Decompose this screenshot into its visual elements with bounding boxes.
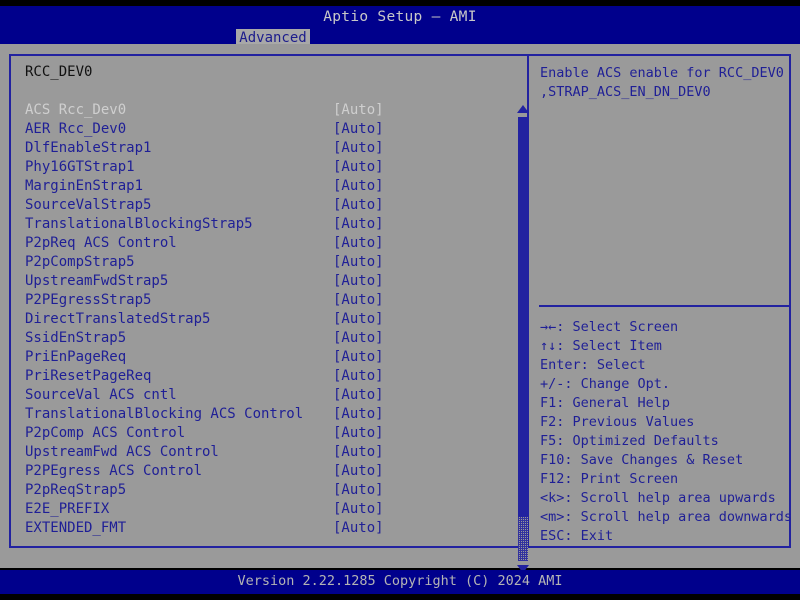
setting-label: TranslationalBlockingStrap5 [25,215,253,234]
setting-value[interactable]: [Auto] [333,291,384,310]
setting-label: PriResetPageReq [25,367,151,386]
key-legend-item: <k>: Scroll help area upwards [540,489,792,508]
setting-label: DlfEnableStrap1 [25,139,151,158]
setting-row[interactable]: E2E_PREFIX [Auto] [25,500,505,519]
setting-row[interactable]: P2pCompStrap5 [Auto] [25,253,505,272]
setting-label: ACS Rcc_Dev0 [25,101,126,120]
setting-value[interactable]: [Auto] [333,196,384,215]
setting-value[interactable]: [Auto] [333,253,384,272]
setting-label: SourceVal ACS cntl [25,386,177,405]
setting-value[interactable]: [Auto] [333,519,384,538]
key-legend-item: F12: Print Screen [540,470,792,489]
setting-label: UpstreamFwdStrap5 [25,272,168,291]
setting-label: P2PEgressStrap5 [25,291,151,310]
setting-label: E2E_PREFIX [25,500,109,519]
setting-row[interactable]: Phy16GTStrap1 [Auto] [25,158,505,177]
setting-label: DirectTranslatedStrap5 [25,310,210,329]
key-legend-item: <m>: Scroll help area downwards [540,508,792,527]
setting-value[interactable]: [Auto] [333,215,384,234]
setting-value[interactable]: [Auto] [333,177,384,196]
scrollbar-dither-area [518,517,528,561]
setting-value[interactable]: [Auto] [333,443,384,462]
scrollbar-thumb[interactable] [518,117,528,517]
settings-group-heading: RCC_DEV0 [25,64,92,80]
setting-value[interactable]: [Auto] [333,481,384,500]
setting-row[interactable]: SourceValStrap5 [Auto] [25,196,505,215]
setting-row[interactable]: P2PEgress ACS Control [Auto] [25,462,505,481]
setting-label: PriEnPageReq [25,348,126,367]
setting-row[interactable]: TranslationalBlockingStrap5 [Auto] [25,215,505,234]
main-body: RCC_DEV0 ACS Rcc_Dev0 [Auto] AER Rcc_Dev0 [… [0,44,800,568]
setting-row[interactable]: UpstreamFwd ACS Control [Auto] [25,443,505,462]
settings-scrollbar[interactable] [516,102,530,576]
setting-value[interactable]: [Auto] [333,234,384,253]
setting-label: P2pComp ACS Control [25,424,185,443]
setting-row[interactable]: DirectTranslatedStrap5 [Auto] [25,310,505,329]
key-legend-item: F10: Save Changes & Reset [540,451,792,470]
help-pane: Enable ACS enable for RCC_DEV0 ,STRAP_AC… [537,56,791,546]
help-description-text: Enable ACS enable for RCC_DEV0 ,STRAP_AC… [540,64,790,102]
key-legend-item: →←: Select Screen [540,318,792,337]
setting-row[interactable]: TranslationalBlocking ACS Control [Auto] [25,405,505,424]
setting-row[interactable]: P2pComp ACS Control [Auto] [25,424,505,443]
footer-bar: Version 2.22.1285 Copyright (C) 2024 AMI [0,570,800,594]
setting-label: P2pReq ACS Control [25,234,177,253]
scrollbar-track[interactable] [518,117,528,561]
setting-label: MarginEnStrap1 [25,177,143,196]
setting-row[interactable]: AER Rcc_Dev0 [Auto] [25,120,505,139]
settings-pane: RCC_DEV0 ACS Rcc_Dev0 [Auto] AER Rcc_Dev0 [… [11,56,511,546]
setting-row[interactable]: SsidEnStrap5 [Auto] [25,329,505,348]
setting-label: TranslationalBlocking ACS Control [25,405,303,424]
setting-value[interactable]: [Auto] [333,272,384,291]
setting-value[interactable]: [Auto] [333,120,384,139]
setting-value[interactable]: [Auto] [333,310,384,329]
setting-value[interactable]: [Auto] [333,424,384,443]
setting-value[interactable]: [Auto] [333,329,384,348]
setting-value[interactable]: [Auto] [333,500,384,519]
setting-value[interactable]: [Auto] [333,101,384,120]
key-legend-item: +/-: Change Opt. [540,375,792,394]
setting-label: EXTENDED_FMT [25,519,126,538]
title-bar: Aptio Setup – AMI Advanced [0,6,800,44]
setting-row[interactable]: P2PEgressStrap5 [Auto] [25,291,505,310]
setting-value[interactable]: [Auto] [333,386,384,405]
bios-setup-screen: Aptio Setup – AMI Advanced RCC_DEV0 ACS … [0,0,800,600]
setting-label: UpstreamFwd ACS Control [25,443,219,462]
help-divider [539,305,789,307]
setting-row[interactable]: P2pReq ACS Control [Auto] [25,234,505,253]
setting-row[interactable]: P2pReqStrap5 [Auto] [25,481,505,500]
key-legend-item: ↑↓: Select Item [540,337,792,356]
setting-label: AER Rcc_Dev0 [25,120,126,139]
setting-label: SsidEnStrap5 [25,329,126,348]
setting-label: Phy16GTStrap1 [25,158,135,177]
key-legend-item: F1: General Help [540,394,792,413]
scroll-up-arrow-icon[interactable] [517,105,529,113]
setting-row[interactable]: DlfEnableStrap1 [Auto] [25,139,505,158]
setting-value[interactable]: [Auto] [333,367,384,386]
setting-label: P2PEgress ACS Control [25,462,202,481]
setting-value[interactable]: [Auto] [333,405,384,424]
page-title: Aptio Setup – AMI [0,9,800,25]
key-legend-list: →←: Select Screen↑↓: Select ItemEnter: S… [540,318,792,546]
key-legend-item: Enter: Select [540,356,792,375]
settings-list: ACS Rcc_Dev0[Auto]AER Rcc_Dev0[Auto]DlfE… [25,101,505,538]
key-legend-item: ESC: Exit [540,527,792,546]
setting-label: SourceValStrap5 [25,196,151,215]
setting-value[interactable]: [Auto] [333,139,384,158]
setting-label: P2pReqStrap5 [25,481,126,500]
setting-label: P2pCompStrap5 [25,253,135,272]
setting-row[interactable]: ACS Rcc_Dev0 [Auto] [25,101,505,120]
key-legend-item: F2: Previous Values [540,413,792,432]
key-legend-item: F5: Optimized Defaults [540,432,792,451]
setting-row[interactable]: PriEnPageReq [Auto] [25,348,505,367]
setting-row[interactable]: SourceVal ACS cntl [Auto] [25,386,505,405]
setting-value[interactable]: [Auto] [333,158,384,177]
setting-row[interactable]: PriResetPageReq [Auto] [25,367,505,386]
version-text: Version 2.22.1285 Copyright (C) 2024 AMI [0,573,800,589]
setting-row[interactable]: MarginEnStrap1 [Auto] [25,177,505,196]
setting-value[interactable]: [Auto] [333,348,384,367]
setting-value[interactable]: [Auto] [333,462,384,481]
setting-row[interactable]: UpstreamFwdStrap5 [Auto] [25,272,505,291]
setting-row[interactable]: EXTENDED_FMT [Auto] [25,519,505,538]
